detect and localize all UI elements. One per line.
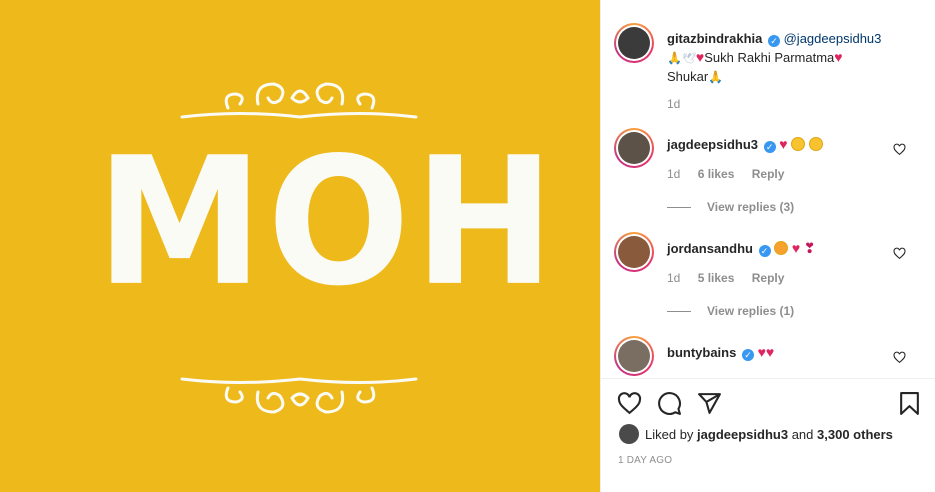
smiling-face-emoji-icon xyxy=(808,137,823,151)
hundred-points-emoji-icon: ❣ xyxy=(803,240,816,256)
view-replies-line xyxy=(667,207,691,209)
caption: gitazbindrakhia ✓ @jagdeepsidhu3 🙏🕊♥Sukh… xyxy=(667,30,917,86)
liked-by-prefix: Liked by xyxy=(645,427,694,442)
comment-username[interactable]: jagdeepsidhu3 xyxy=(667,137,758,152)
verified-icon: ✓ xyxy=(758,245,771,257)
comment-likes[interactable]: 5 likes xyxy=(698,271,735,285)
heart-eyes-emoji-icon xyxy=(774,241,789,255)
comment-icon[interactable] xyxy=(657,391,682,416)
bottom-flourish-ornament xyxy=(180,377,418,414)
smiling-face-emoji-icon xyxy=(791,137,806,151)
share-icon[interactable] xyxy=(697,391,722,416)
comment-meta: 1d 5 likes Reply xyxy=(667,271,784,285)
red-heart-emoji-icon: ♥ xyxy=(695,49,705,65)
avatar[interactable] xyxy=(614,232,654,272)
heart-icon[interactable] xyxy=(617,391,642,416)
caption-text: Sukh Rakhi Parmatma xyxy=(704,50,835,65)
comment-text: jordansandhu ✓ ♥ ❣ xyxy=(667,239,816,258)
comment-like-heart-icon[interactable] xyxy=(893,247,906,260)
comment-time: 1d xyxy=(667,271,681,285)
liker-avatar[interactable] xyxy=(619,424,639,444)
liked-by: Liked by jagdeepsidhu3 and 3,300 others xyxy=(619,424,893,444)
comment-like-heart-icon[interactable] xyxy=(893,351,906,364)
reply-button[interactable]: Reply xyxy=(752,271,785,285)
comment-username[interactable]: jordansandhu xyxy=(667,241,753,256)
view-replies-label: View replies (3) xyxy=(707,200,795,214)
verified-icon: ✓ xyxy=(741,349,754,361)
liked-by-count[interactable]: 3,300 others xyxy=(817,427,893,442)
post-side-panel: gitazbindrakhia ✓ @jagdeepsidhu3 🙏🕊♥Sukh… xyxy=(600,0,935,492)
red-heart-emoji-icon: ♥ xyxy=(765,344,775,360)
red-heart-emoji-icon: ♥ xyxy=(791,240,801,256)
comment-like-heart-icon[interactable] xyxy=(893,143,906,156)
red-heart-emoji-icon: ♥ xyxy=(757,344,766,360)
caption-text-2: Shukar xyxy=(667,69,709,84)
reply-button[interactable]: Reply xyxy=(752,167,785,181)
comments-list[interactable]: gitazbindrakhia ✓ @jagdeepsidhu3 🙏🕊♥Sukh… xyxy=(601,0,935,378)
top-flourish-ornament xyxy=(180,82,418,119)
post-time-ago[interactable]: 1 DAY AGO xyxy=(618,455,672,466)
verified-icon: ✓ xyxy=(763,141,776,153)
post-title-text: MOH xyxy=(96,119,559,325)
red-heart-emoji-icon: ♥ xyxy=(834,49,843,65)
verified-icon: ✓ xyxy=(767,35,780,47)
save-icon[interactable] xyxy=(897,391,922,416)
view-replies-button[interactable]: View replies (1) xyxy=(667,304,794,318)
avatar[interactable] xyxy=(614,336,654,376)
red-heart-emoji-icon: ♥ xyxy=(779,136,788,152)
comment-likes[interactable]: 6 likes xyxy=(698,167,735,181)
avatar[interactable] xyxy=(614,23,654,63)
liked-by-user[interactable]: jagdeepsidhu3 xyxy=(697,427,788,442)
folded-hands-emoji-icon: 🙏 xyxy=(667,51,682,65)
view-replies-line xyxy=(667,311,691,313)
view-replies-button[interactable]: View replies (3) xyxy=(667,200,794,214)
liked-by-suffix: and xyxy=(791,427,814,442)
comment-text: jagdeepsidhu3 ✓ ♥ xyxy=(667,135,823,154)
post-image[interactable]: MOH xyxy=(0,0,600,492)
comment-username[interactable]: buntybains xyxy=(667,345,736,360)
caption-username[interactable]: gitazbindrakhia xyxy=(667,31,762,46)
avatar[interactable] xyxy=(614,128,654,168)
view-replies-label: View replies (1) xyxy=(707,304,795,318)
comment-meta: 1d 6 likes Reply xyxy=(667,167,784,181)
comment-text: buntybains ✓ ♥♥ xyxy=(667,343,774,362)
caption-time: 1d xyxy=(667,97,681,111)
dove-emoji-icon: 🕊 xyxy=(681,53,696,65)
folded-hands-emoji-icon: 🙏 xyxy=(708,70,724,84)
caption-mention[interactable]: @jagdeepsidhu3 xyxy=(784,31,882,46)
comment-time: 1d xyxy=(667,167,681,181)
